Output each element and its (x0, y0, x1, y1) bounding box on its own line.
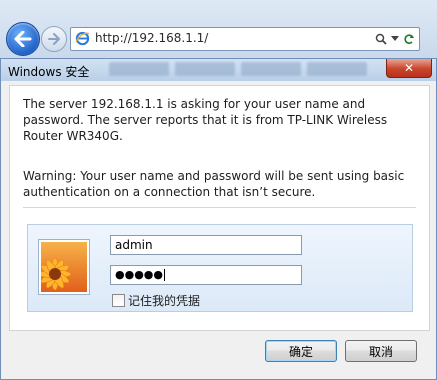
windows-security-dialog: Windows 安全 ✕ The server 192.168.1.1 is a… (0, 58, 437, 380)
refresh-icon[interactable] (403, 33, 415, 45)
username-field[interactable]: admin (110, 235, 302, 255)
password-field[interactable]: ●●●●● (110, 265, 302, 285)
close-icon: ✕ (403, 61, 415, 75)
close-button[interactable]: ✕ (386, 59, 432, 78)
server-message: The server 192.168.1.1 is asking for you… (23, 97, 388, 143)
arrow-right-icon (48, 33, 60, 45)
remember-credentials-checkbox[interactable] (112, 294, 125, 307)
security-warning: Warning: Your user name and password wil… (23, 169, 405, 199)
dialog-content: The server 192.168.1.1 is asking for you… (9, 85, 430, 331)
background-tab (109, 62, 169, 76)
cancel-button[interactable]: 取消 (345, 340, 417, 362)
address-url[interactable]: http://192.168.1.1/ (95, 31, 208, 45)
back-button[interactable] (6, 22, 40, 56)
background-tab (241, 62, 301, 76)
dialog-titlebar[interactable]: Windows 安全 ✕ (1, 59, 436, 81)
credential-panel: admin ●●●●● 记住我的凭据 (27, 224, 413, 312)
background-tab (175, 62, 235, 76)
password-mask: ●●●●● (115, 268, 163, 281)
remember-credentials-label[interactable]: 记住我的凭据 (128, 292, 200, 309)
text-caret (164, 269, 165, 281)
ok-button[interactable]: 确定 (265, 340, 337, 362)
avatar (38, 239, 90, 295)
flower-avatar-icon (38, 242, 87, 292)
forward-button[interactable] (41, 26, 67, 52)
background-tab (307, 62, 367, 76)
ie-page-icon (75, 31, 90, 46)
address-bar[interactable]: http://192.168.1.1/ (70, 27, 420, 51)
search-icon[interactable] (375, 33, 387, 45)
background-tabs (109, 62, 367, 76)
divider (23, 207, 416, 208)
arrow-left-icon (14, 31, 32, 47)
chevron-down-icon[interactable] (391, 36, 399, 42)
dialog-title: Windows 安全 (8, 65, 90, 79)
browser-toolbar: http://192.168.1.1/ (0, 0, 437, 64)
